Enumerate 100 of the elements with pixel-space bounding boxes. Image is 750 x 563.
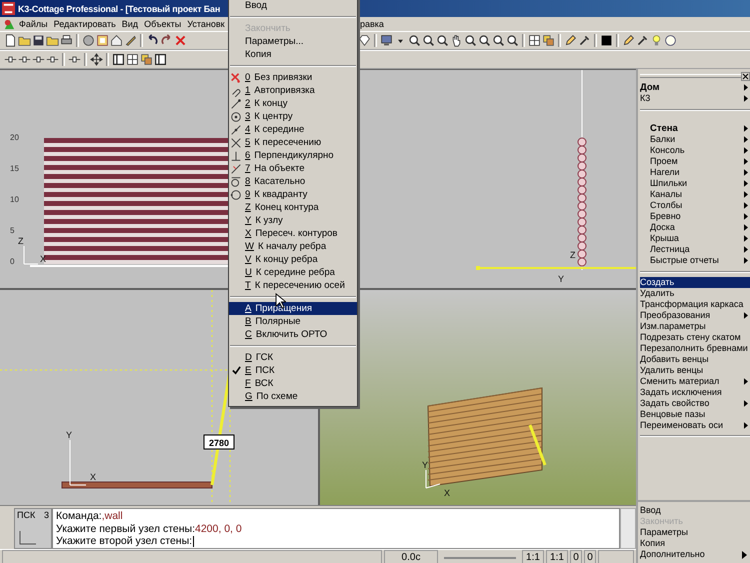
action-item[interactable]: Венцовые пазы [640, 409, 750, 420]
search-icon[interactable] [464, 34, 477, 47]
search-icon[interactable] [492, 34, 505, 47]
panel-item[interactable]: Дом [640, 82, 750, 93]
grid-icon[interactable] [126, 53, 139, 66]
panel-item[interactable]: Консоль [650, 145, 750, 156]
action-item[interactable]: Перезаполнить бревнами [640, 343, 750, 354]
circle-icon[interactable] [664, 34, 677, 47]
circle-icon[interactable] [82, 34, 95, 47]
menu-item[interactable]: C Включить ОРТО [229, 328, 357, 341]
panel-item[interactable]: Стена [650, 123, 750, 134]
page-icon[interactable] [4, 34, 17, 47]
menu-item[interactable]: Копия [229, 48, 357, 61]
action-item[interactable]: Добавить венцы [640, 354, 750, 365]
close-icon[interactable] [740, 72, 750, 80]
menu-item[interactable]: V К концу ребра [229, 253, 357, 266]
menu-item[interactable]: F ВСК [229, 377, 357, 390]
scrollbar[interactable] [620, 508, 636, 549]
menu-item[interactable]: X Пересеч. контуров [229, 227, 357, 240]
search-icon[interactable] [422, 34, 435, 47]
panel-item[interactable]: Бревно [650, 211, 750, 222]
layers-icon[interactable] [140, 53, 153, 66]
frame-icon[interactable] [96, 34, 109, 47]
panel-item[interactable]: Лестница [650, 244, 750, 255]
menu-item[interactable]: W К началу ребра [229, 240, 357, 253]
panes-icon[interactable] [154, 53, 167, 66]
search-icon[interactable] [436, 34, 449, 47]
gem-icon[interactable] [358, 34, 371, 47]
menu-item[interactable]: Y К узлу [229, 214, 357, 227]
menu-item[interactable]: 4 К середине [229, 123, 357, 136]
action-item[interactable]: Удалить [640, 288, 750, 299]
undo-icon[interactable] [146, 34, 159, 47]
action-item[interactable]: Задать свойство [640, 398, 750, 409]
action-item[interactable]: Переименовать оси [640, 420, 750, 431]
menu-item[interactable]: Ввод [229, 0, 357, 12]
folder-icon[interactable] [46, 34, 59, 47]
grid-icon[interactable] [528, 34, 541, 47]
menu-item[interactable]: Редактировать [50, 19, 119, 29]
menu-item[interactable]: 1 Автопривязка [229, 84, 357, 97]
panel-item[interactable]: Дополнительно [640, 549, 750, 560]
menu-item[interactable]: 5 К пересечению [229, 136, 357, 149]
cross-icon[interactable] [174, 34, 187, 47]
menu-item[interactable]: равка [357, 19, 387, 29]
menu-item[interactable]: T К пересечению осей [229, 279, 357, 292]
action-item[interactable]: Создать [640, 277, 750, 288]
pencil-icon[interactable] [564, 34, 577, 47]
menu-item[interactable]: 6 Перпендикулярно [229, 149, 357, 162]
menu-item[interactable]: 0 Без привязки [229, 71, 357, 84]
menu-item[interactable]: Z Конец контура [229, 201, 357, 214]
pencil-icon[interactable] [622, 34, 635, 47]
menu-item[interactable]: 2 К концу [229, 97, 357, 110]
action-item[interactable]: Удалить венцы [640, 365, 750, 376]
menu-item[interactable]: D ГСК [229, 351, 357, 364]
panel-item[interactable]: Проем [650, 156, 750, 167]
menu-item[interactable]: 7 На объекте [229, 162, 357, 175]
menu-item[interactable]: Вид [118, 19, 142, 29]
menu-item[interactable]: E ПСК [229, 364, 357, 377]
panel-item[interactable]: Крыша [650, 233, 750, 244]
panel-item[interactable]: Копия [640, 538, 750, 549]
panel-item[interactable]: Параметры [640, 527, 750, 538]
printer-icon[interactable] [60, 34, 73, 47]
ruler-icon[interactable] [124, 34, 137, 47]
search-icon[interactable] [506, 34, 519, 47]
search-icon[interactable] [408, 34, 421, 47]
panel-item[interactable]: К3 [640, 93, 750, 104]
menu-item[interactable]: B Полярные [229, 315, 357, 328]
panel-item[interactable]: Шпильки [650, 178, 750, 189]
panel-item[interactable]: Балки [650, 134, 750, 145]
menu-item[interactable]: Объекты [141, 19, 184, 29]
menu-item[interactable]: G По схеме [229, 390, 357, 403]
menu-item[interactable]: Параметры... [229, 35, 357, 48]
search-icon[interactable] [478, 34, 491, 47]
panes-icon[interactable] [112, 53, 125, 66]
folder-icon[interactable] [18, 34, 31, 47]
redo-icon[interactable] [160, 34, 173, 47]
menu-item[interactable]: 3 К центру [229, 110, 357, 123]
menu-item[interactable]: A Приращения [229, 302, 357, 315]
panel-item[interactable]: Быстрые отчеты [650, 255, 750, 266]
action-item[interactable]: Трансформация каркаса [640, 299, 750, 310]
panel-item[interactable]: Нагели [650, 167, 750, 178]
move-icon[interactable] [90, 53, 103, 66]
panel-item[interactable]: Доска [650, 222, 750, 233]
action-item[interactable]: Задать исключения [640, 387, 750, 398]
monitor-icon[interactable] [380, 34, 393, 47]
menu-item[interactable]: Файлы [16, 19, 51, 29]
command-log[interactable]: Команда:,wall Укажите первый узел стены:4200, 0, 0 Укажите второй узел стены: [52, 508, 620, 549]
menu-item[interactable]: 9 К квадранту [229, 188, 357, 201]
menu-item[interactable]: Установк [184, 19, 228, 29]
panel-item[interactable]: Столбы [650, 200, 750, 211]
panel-item[interactable]: Ввод [640, 505, 750, 516]
action-item[interactable]: Подрезать стену скатом [640, 332, 750, 343]
action-item[interactable]: Изм.параметры [640, 321, 750, 332]
square-icon[interactable] [600, 34, 613, 47]
menu-item[interactable]: U К середине ребра [229, 266, 357, 279]
action-item[interactable]: Сменить материал [640, 376, 750, 387]
panel-item[interactable]: Каналы [650, 189, 750, 200]
hand-icon[interactable] [450, 34, 463, 47]
house-icon[interactable] [110, 34, 123, 47]
layers-icon[interactable] [542, 34, 555, 47]
action-item[interactable]: Преобразования [640, 310, 750, 321]
